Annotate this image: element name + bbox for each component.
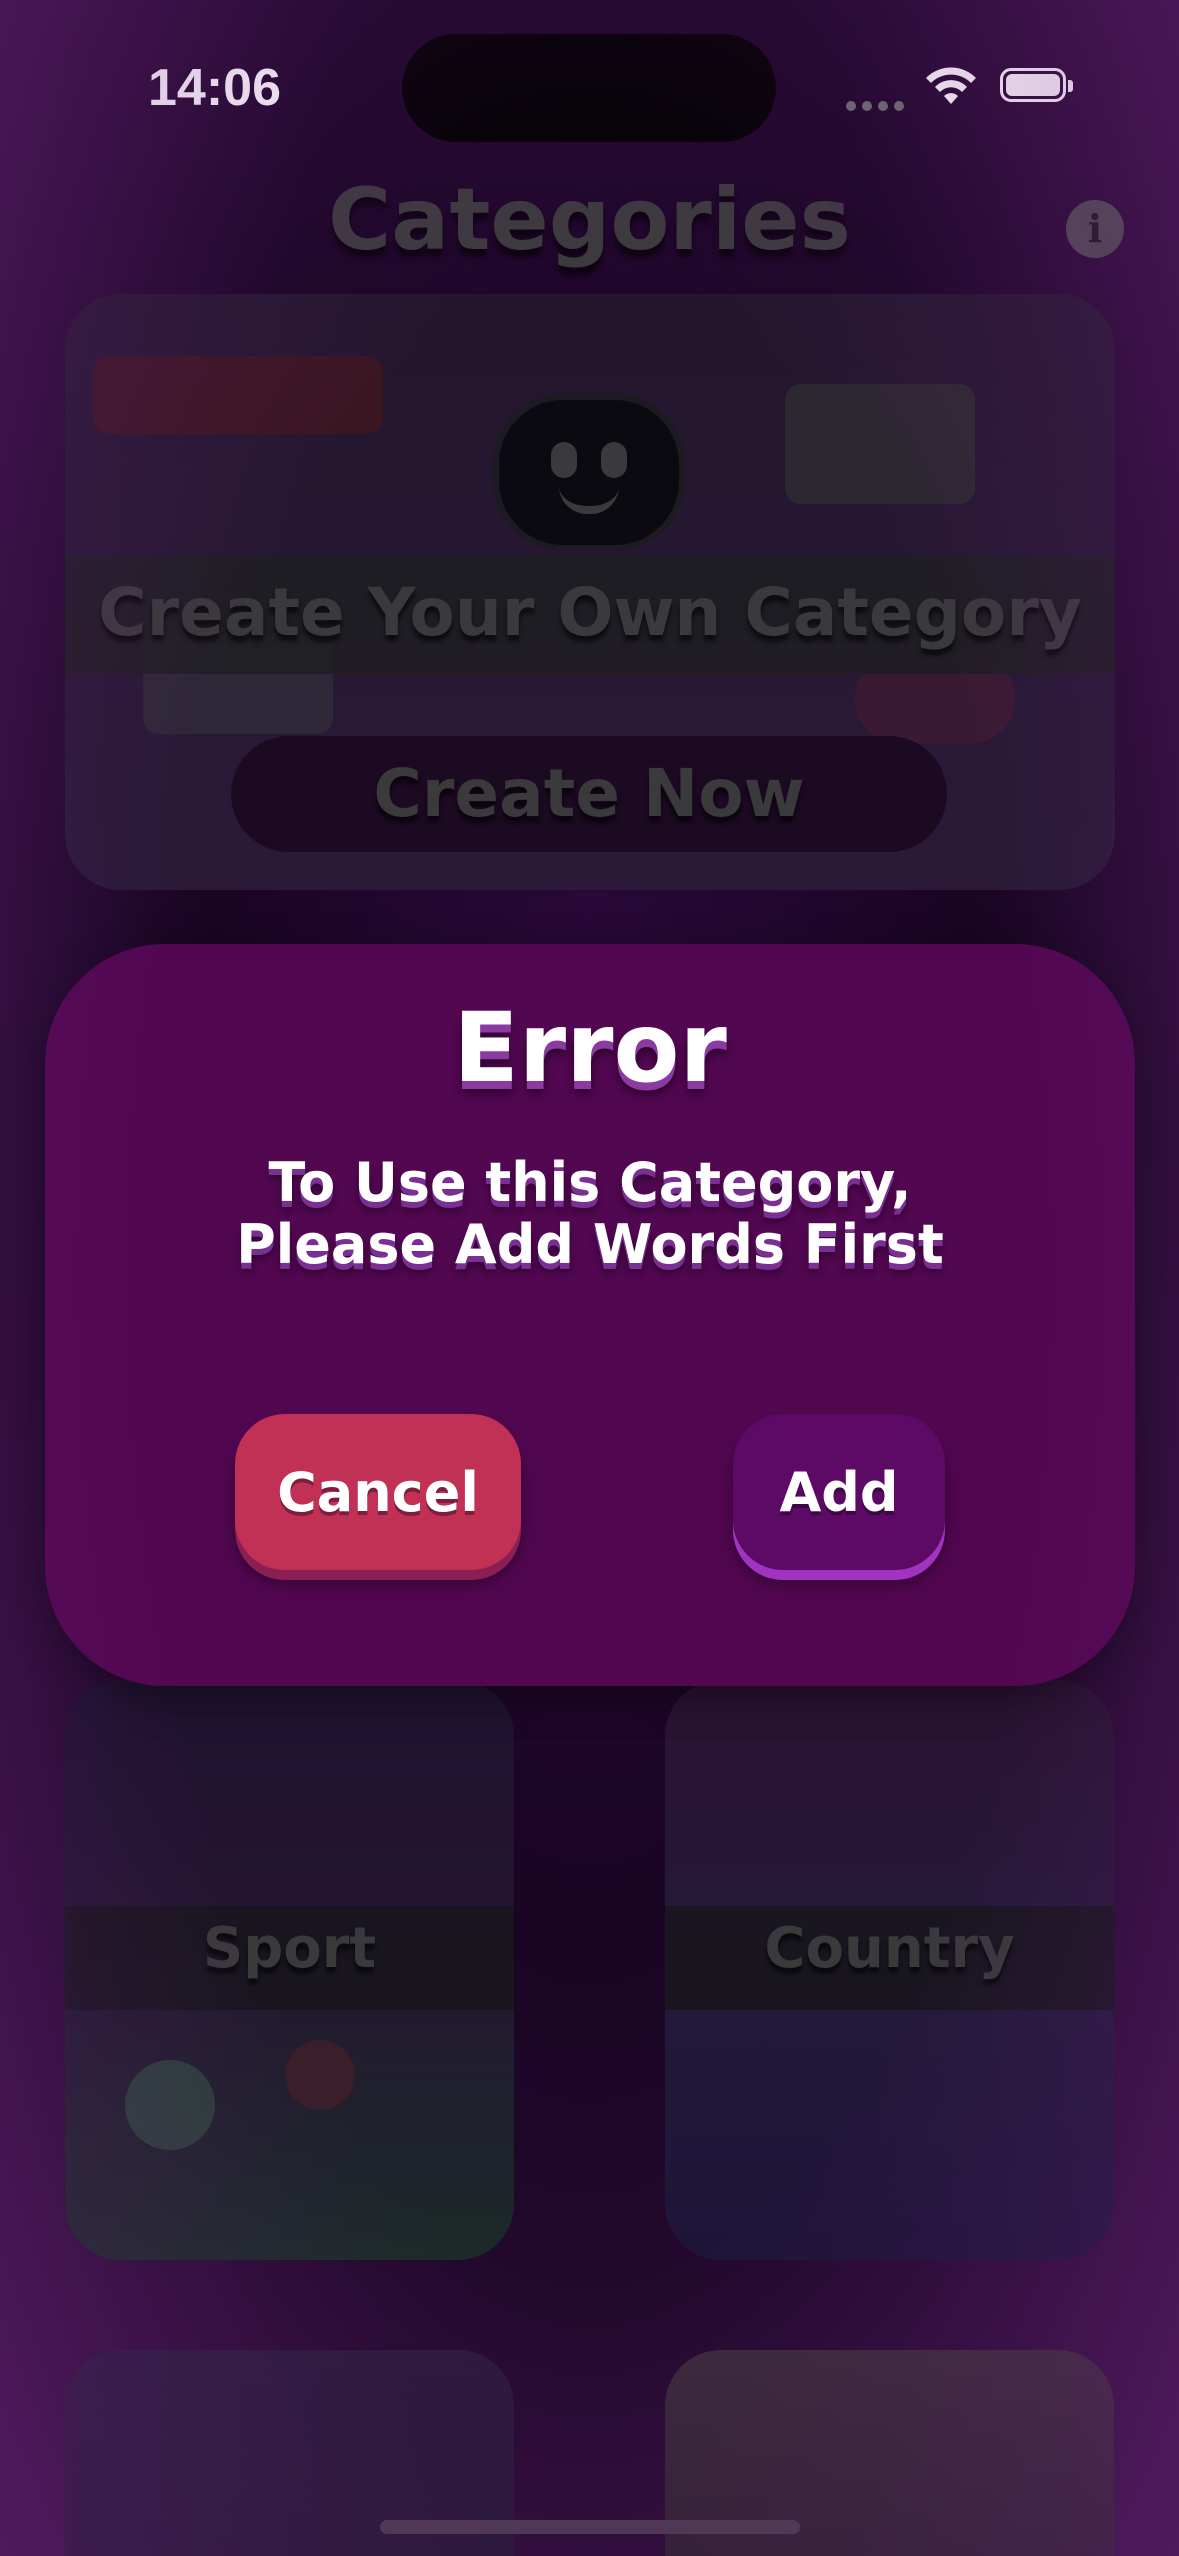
create-category-title: Create Your Own Category [98,574,1082,651]
dynamic-island [402,34,776,142]
error-dialog: Error To Use this Category, Please Add W… [45,944,1135,1686]
battery-icon [1000,68,1073,106]
page-title: Categories [328,170,851,270]
category-label-sport: Sport [202,1916,377,1981]
dialog-title: Error [453,992,727,1104]
dialog-message: To Use this Category, Please Add Words F… [236,1151,944,1276]
home-indicator[interactable] [380,2520,800,2534]
app-screen: 14:06 Categories i Create Your Own Categ… [0,0,1179,2556]
sport-illustration [125,2060,215,2150]
speech-bubble-decoration [785,384,975,504]
wifi-icon [922,64,980,112]
category-card-country[interactable]: Country [665,1680,1114,2260]
category-card-sport[interactable]: Sport [65,1680,514,2260]
add-button[interactable]: Add [733,1414,945,1570]
create-category-card[interactable]: Create Your Own Category Create Now [65,294,1115,890]
category-label-country: Country [764,1916,1015,1981]
sport-illustration [285,2040,355,2110]
create-now-button[interactable]: Create Now [231,736,947,852]
cancel-button[interactable]: Cancel [235,1414,521,1570]
status-time: 14:06 [148,59,281,117]
robot-icon [493,394,685,551]
speech-bubble-decoration [93,356,383,434]
info-icon[interactable]: i [1066,200,1124,258]
cellular-signal-icon [846,96,910,115]
